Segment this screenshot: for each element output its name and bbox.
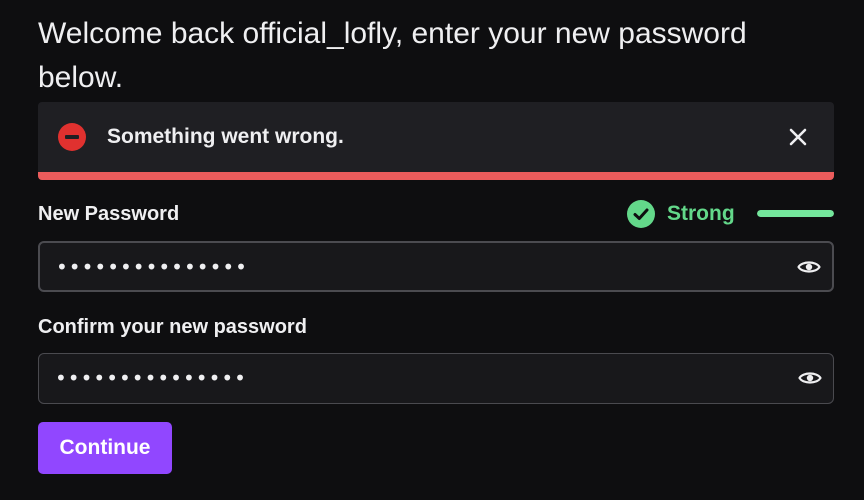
close-icon-graphic xyxy=(789,128,807,146)
error-minus-icon xyxy=(58,123,86,151)
close-icon[interactable] xyxy=(784,123,812,151)
strength-meter-fill xyxy=(757,210,834,217)
new-password-input[interactable]: ••••••••••••••• xyxy=(38,241,834,292)
continue-button[interactable]: Continue xyxy=(38,422,172,474)
alert-accent-bar xyxy=(38,172,834,180)
eye-icon[interactable] xyxy=(796,254,822,280)
strength-meter xyxy=(757,210,834,217)
welcome-heading: Welcome back official_lofly, enter your … xyxy=(38,17,747,94)
eye-icon[interactable] xyxy=(797,365,823,391)
alert-message: Something went wrong. xyxy=(107,125,344,148)
password-reset-page: Welcome back official_lofly, enter your … xyxy=(0,0,864,500)
check-circle-icon xyxy=(627,200,655,228)
confirm-password-label: Confirm your new password xyxy=(38,316,307,338)
new-password-label: New Password xyxy=(38,203,180,225)
error-alert: Something went wrong. xyxy=(38,102,834,180)
confirm-password-input[interactable]: ••••••••••••••• xyxy=(38,353,834,404)
password-strength-indicator: Strong xyxy=(627,200,834,228)
confirm-password-value[interactable]: ••••••••••••••• xyxy=(55,367,247,389)
strength-label: Strong xyxy=(667,202,735,225)
new-password-value[interactable]: ••••••••••••••• xyxy=(56,256,248,278)
